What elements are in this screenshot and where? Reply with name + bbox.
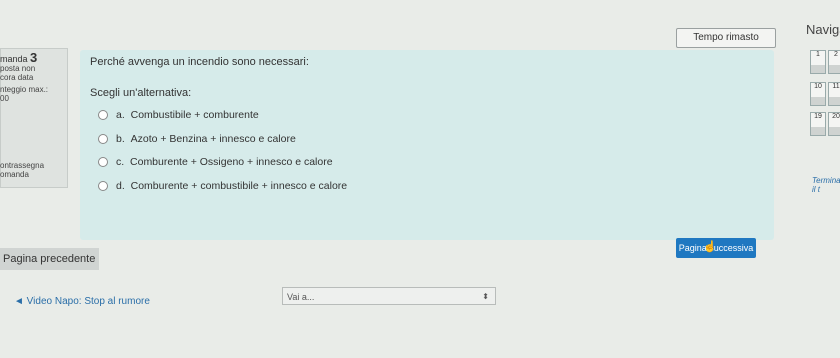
jump-to-select[interactable]: Vai a... ⬍ xyxy=(282,287,496,305)
navigation-title: Naviga xyxy=(806,22,840,37)
timer-display: Tempo rimasto 0:26:24 xyxy=(676,28,776,61)
question-number: manda 3 xyxy=(0,50,37,65)
nav-question-button[interactable]: 19 xyxy=(810,112,826,136)
nav-question-button[interactable]: 10 xyxy=(810,82,826,106)
question-content-panel xyxy=(80,50,774,240)
answer-option-c[interactable]: c. Comburente + Ossigeno + innesco e cal… xyxy=(98,156,333,168)
select-arrows-icon: ⬍ xyxy=(482,292,489,301)
score-label: nteggio max.: xyxy=(0,85,49,94)
nav-question-number: 20 xyxy=(832,113,840,120)
question-text: Perché avvenga un incendio sono necessar… xyxy=(90,56,309,68)
question-label: manda xyxy=(0,54,28,64)
radio-button-icon[interactable] xyxy=(98,181,108,191)
flag-question-link-line2[interactable]: omanda xyxy=(0,170,29,179)
radio-button-icon[interactable] xyxy=(98,157,108,167)
nav-question-number: 19 xyxy=(814,113,822,120)
option-text: Combustibile + comburente xyxy=(130,109,259,121)
answer-option-a[interactable]: a. Combustibile + comburente xyxy=(98,109,259,121)
previous-activity-link[interactable]: ◄ Video Napo: Stop al rumore xyxy=(14,296,150,307)
hand-cursor-icon: ☝ xyxy=(703,241,717,253)
score-value: 00 xyxy=(0,94,9,103)
nav-question-number: 11 xyxy=(832,83,840,90)
answer-option-b[interactable]: b. Azoto + Benzina + innesco e calore xyxy=(98,133,296,145)
question-status-line1: posta non xyxy=(0,64,36,73)
nav-question-button[interactable]: 20 xyxy=(828,112,840,136)
jump-to-selected-value: Vai a... xyxy=(287,292,315,302)
option-letter: a. xyxy=(116,109,125,121)
nav-question-number: 10 xyxy=(814,83,822,90)
option-letter: c. xyxy=(116,156,125,168)
question-number-value: 3 xyxy=(30,50,38,65)
option-letter: d. xyxy=(116,180,125,192)
option-text: Comburente + Ossigeno + innesco e calore xyxy=(130,156,333,168)
nav-question-button[interactable]: 2 xyxy=(828,50,840,74)
option-text: Azoto + Benzina + innesco e calore xyxy=(130,133,296,145)
answer-prompt: Scegli un'alternativa: xyxy=(90,87,192,99)
question-status-line2: cora data xyxy=(0,73,34,82)
option-text: Comburente + combustibile + innesco e ca… xyxy=(130,180,348,192)
finish-attempt-link[interactable]: Termina il t xyxy=(812,176,840,194)
nav-question-button[interactable]: 11 xyxy=(828,82,840,106)
nav-question-button[interactable]: 1 xyxy=(810,50,826,74)
nav-question-number: 1 xyxy=(816,51,820,58)
previous-page-button[interactable]: Pagina precedente xyxy=(0,248,99,270)
option-letter: b. xyxy=(116,133,125,145)
radio-button-icon[interactable] xyxy=(98,110,108,120)
flag-question-link-line1[interactable]: ontrassegna xyxy=(0,161,44,170)
answer-option-d[interactable]: d. Comburente + combustibile + innesco e… xyxy=(98,180,347,192)
nav-question-number: 2 xyxy=(834,51,838,58)
radio-button-icon[interactable] xyxy=(98,134,108,144)
